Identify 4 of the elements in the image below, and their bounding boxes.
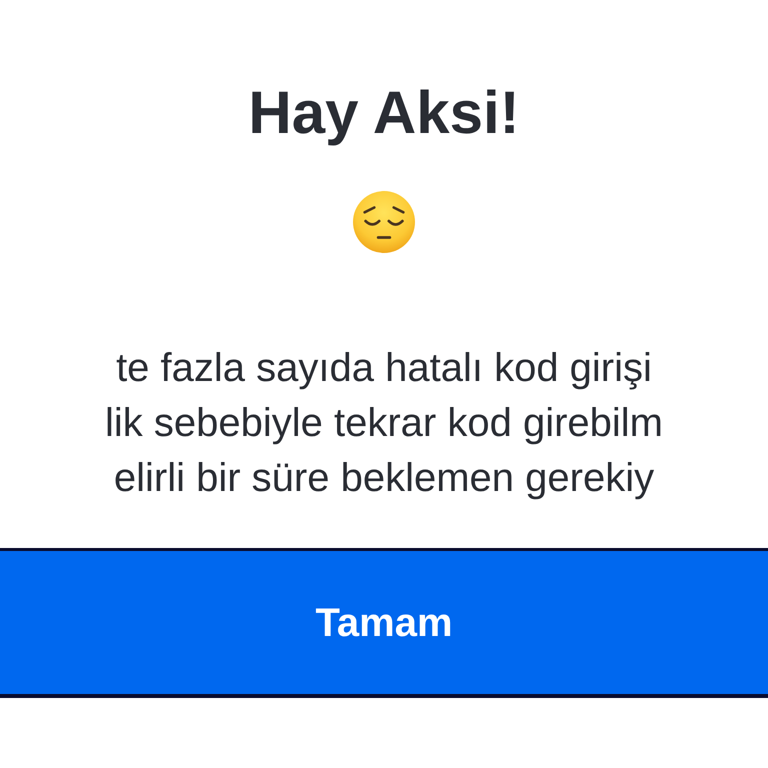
sad-face-icon — [353, 191, 415, 253]
dialog-title: Hay Aksi! — [248, 78, 520, 148]
error-message: te fazla sayıda hatalı kod girişi lik sebebiyle tekrar kod girebilm elirli bir süre beklemen gerekiy — [104, 345, 663, 502]
ok-button[interactable]: Tamam — [0, 548, 768, 698]
